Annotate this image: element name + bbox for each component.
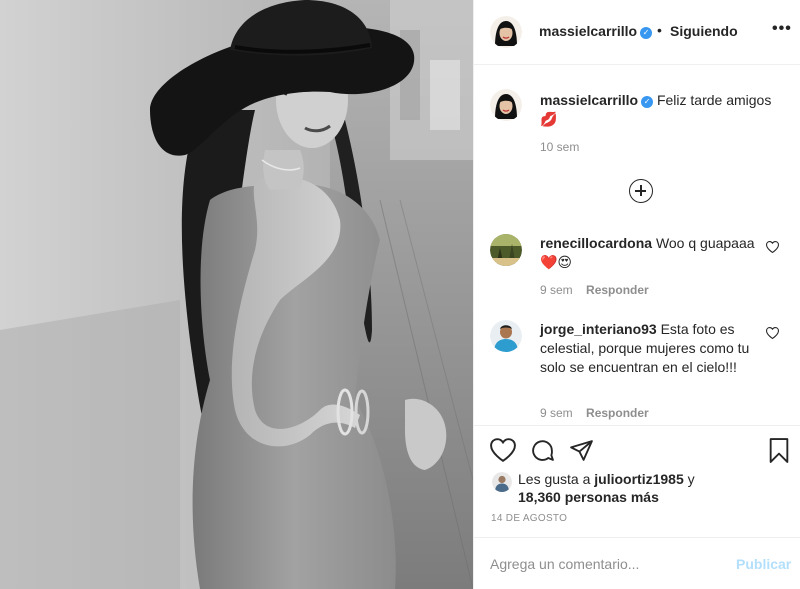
commenter-avatar[interactable] bbox=[490, 234, 522, 266]
comment-like-heart-icon[interactable] bbox=[765, 240, 780, 256]
publish-comment-button[interactable]: Publicar bbox=[736, 556, 791, 572]
likes-count[interactable]: 18,360 personas más bbox=[518, 488, 659, 506]
caption-author-avatar[interactable] bbox=[490, 89, 522, 121]
post-date[interactable]: 14 DE AGOSTO bbox=[491, 513, 567, 524]
following-button[interactable]: Siguiendo bbox=[670, 23, 738, 39]
comment-bubble-icon[interactable] bbox=[530, 438, 555, 466]
action-bar bbox=[474, 425, 800, 473]
caption-text: Feliz tarde amigos bbox=[656, 92, 772, 108]
comment-meta: 9 sem Responder bbox=[540, 406, 649, 420]
reply-button[interactable]: Responder bbox=[586, 283, 649, 297]
post-photo[interactable] bbox=[0, 0, 473, 589]
load-more-comments-icon[interactable] bbox=[629, 179, 653, 203]
separator-dot: • bbox=[657, 22, 662, 38]
reply-button[interactable]: Responder bbox=[586, 406, 649, 420]
comment-timestamp[interactable]: 9 sem bbox=[540, 283, 573, 297]
caption-verified-badge-icon: ✓ bbox=[641, 96, 654, 108]
comment-text-block: jorge_interiano93 Esta foto es celestial… bbox=[540, 320, 770, 377]
caption-username[interactable]: massielcarrillo bbox=[540, 92, 638, 108]
likes-conjunction: y bbox=[687, 471, 695, 487]
author-username-text[interactable]: massielcarrillo bbox=[539, 23, 637, 39]
post-panel: massielcarrillo ✓ • Siguiendo ••• massiel… bbox=[473, 0, 800, 589]
save-bookmark-icon[interactable] bbox=[768, 438, 790, 466]
comment-meta: 9 sem Responder bbox=[540, 283, 649, 297]
post-header: massielcarrillo ✓ • Siguiendo ••• bbox=[474, 0, 800, 65]
like-heart-icon[interactable] bbox=[490, 438, 516, 465]
commenter-avatar[interactable] bbox=[490, 320, 522, 352]
comment-text-block: renecillocardona Woo q guapaaa ❤️😍 bbox=[540, 234, 770, 272]
comment-username[interactable]: jorge_interiano93 bbox=[540, 321, 657, 337]
comment-input[interactable] bbox=[490, 556, 720, 572]
caption-emoji: 💋 bbox=[540, 111, 558, 127]
likes-prefix: Les gusta a bbox=[518, 471, 591, 487]
liker-avatar[interactable] bbox=[492, 472, 512, 492]
post-image bbox=[0, 0, 473, 589]
liker-username[interactable]: julioortiz1985 bbox=[594, 471, 683, 487]
caption-timestamp[interactable]: 10 sem bbox=[540, 140, 579, 154]
add-comment-bar: Publicar bbox=[474, 537, 800, 589]
more-options-icon[interactable]: ••• bbox=[772, 20, 792, 38]
caption-text-block: massielcarrillo ✓ Feliz tarde amigos 💋 bbox=[540, 91, 785, 129]
likes-text: Les gusta a julioortiz1985 y bbox=[518, 470, 695, 488]
comment-timestamp[interactable]: 9 sem bbox=[540, 406, 573, 420]
share-paper-plane-icon[interactable] bbox=[569, 438, 594, 466]
author-avatar[interactable] bbox=[490, 16, 522, 48]
comment-username[interactable]: renecillocardona bbox=[540, 235, 652, 251]
verified-badge-icon: ✓ bbox=[640, 27, 653, 39]
author-username[interactable]: massielcarrillo ✓ bbox=[539, 23, 653, 39]
comment-like-heart-icon[interactable] bbox=[765, 326, 780, 342]
